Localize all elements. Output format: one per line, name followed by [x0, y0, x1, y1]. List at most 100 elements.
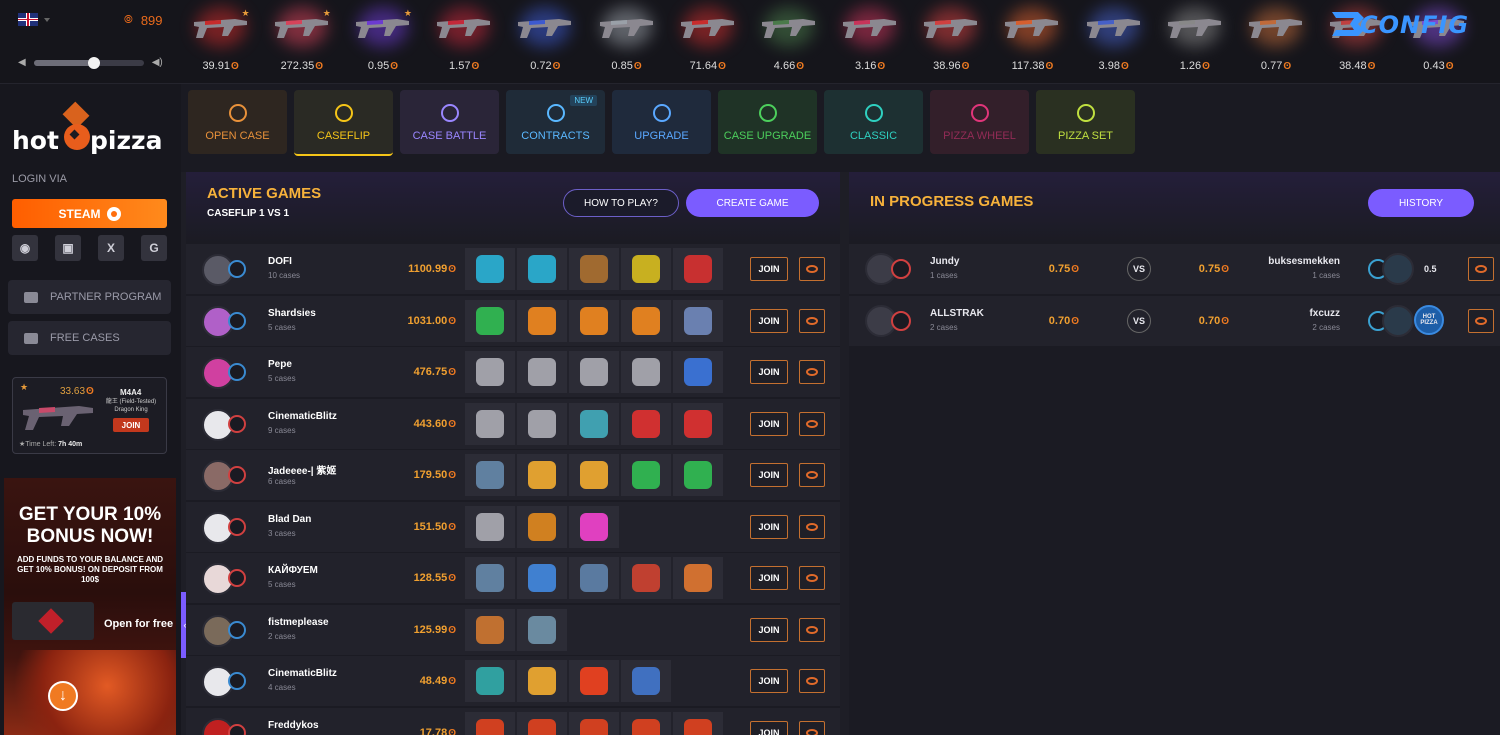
join-button[interactable]: JOIN — [750, 566, 788, 590]
bonus-promo-banner[interactable]: GET YOUR 10% BONUS NOW! ADD FUNDS TO YOU… — [4, 478, 176, 735]
opponent-avatar[interactable] — [1382, 304, 1414, 337]
watch-button[interactable] — [799, 257, 825, 281]
nav-classic[interactable]: CLASSIC — [824, 90, 923, 154]
volume-knob[interactable] — [88, 56, 101, 69]
drop-item[interactable]: ★ 0.95ʘ — [342, 0, 423, 84]
history-button[interactable]: HISTORY — [1368, 189, 1474, 217]
drop-item[interactable]: 38.96ʘ — [911, 0, 992, 84]
case-thumbnail[interactable] — [465, 660, 515, 702]
watch-button[interactable] — [799, 566, 825, 590]
join-button[interactable]: JOIN — [750, 257, 788, 281]
player-name[interactable]: CinematicBlitz — [268, 411, 337, 422]
config-logo[interactable]: CONFIG — [1328, 8, 1488, 44]
join-button[interactable]: JOIN — [750, 669, 788, 693]
drop-item[interactable]: 1.26ʘ — [1154, 0, 1235, 84]
case-thumbnail[interactable] — [465, 505, 515, 548]
join-button[interactable]: JOIN — [750, 617, 788, 642]
player-name[interactable]: Shardsies — [268, 308, 316, 319]
nav-open-case[interactable]: OPEN CASE — [188, 90, 287, 154]
download-arrow-icon[interactable]: ↓ — [48, 681, 78, 711]
drop-item[interactable]: ★ 39.91ʘ — [180, 0, 261, 84]
watch-button[interactable] — [799, 514, 825, 539]
case-thumbnail[interactable] — [673, 454, 723, 496]
drop-item[interactable]: 3.16ʘ — [830, 0, 911, 84]
case-thumbnail[interactable] — [517, 711, 567, 735]
case-thumbnail[interactable] — [465, 248, 515, 290]
case-thumbnail[interactable] — [621, 351, 671, 393]
watch-button[interactable] — [1468, 257, 1494, 281]
watch-button[interactable] — [799, 720, 825, 735]
watch-button[interactable] — [799, 360, 825, 384]
drop-item[interactable]: 0.77ʘ — [1235, 0, 1316, 84]
twitch-icon[interactable]: ▣ — [55, 235, 81, 261]
language-selector[interactable] — [18, 13, 50, 26]
case-thumbnail[interactable] — [673, 351, 723, 393]
join-button[interactable]: JOIN — [750, 720, 788, 735]
giveaway-join-button[interactable]: JOIN — [113, 418, 149, 432]
join-button[interactable]: JOIN — [750, 411, 788, 436]
case-thumbnail[interactable] — [569, 454, 619, 496]
nav-case-battle[interactable]: CASE BATTLE — [400, 90, 499, 154]
case-thumbnail[interactable] — [569, 505, 619, 548]
mute-icon[interactable]: ◀ — [18, 57, 26, 68]
case-thumbnail[interactable] — [621, 299, 671, 342]
player-name[interactable]: Jundy — [930, 256, 959, 267]
case-thumbnail[interactable] — [673, 557, 723, 599]
case-thumbnail[interactable] — [517, 660, 567, 702]
case-thumbnail[interactable] — [621, 557, 671, 599]
case-thumbnail[interactable] — [465, 711, 515, 735]
case-thumbnail[interactable] — [517, 608, 567, 651]
free-cases-link[interactable]: FREE CASES — [8, 321, 171, 355]
case-thumbnail[interactable] — [465, 608, 515, 651]
discord-icon[interactable]: ◉ — [12, 235, 38, 261]
player-name[interactable]: КАЙФУЕМ — [268, 565, 318, 576]
opponent-name[interactable]: buksesmekken — [1268, 256, 1340, 267]
case-thumbnail[interactable] — [517, 505, 567, 548]
case-thumbnail[interactable] — [465, 454, 515, 496]
opponent-name[interactable]: fxcuzz — [1309, 308, 1340, 319]
drop-item[interactable]: 0.72ʘ — [505, 0, 586, 84]
drop-item[interactable]: 3.98ʘ — [1073, 0, 1154, 84]
player-name[interactable]: Blad Dan — [268, 514, 311, 525]
steam-login-button[interactable]: STEAM — [12, 199, 167, 228]
case-thumbnail[interactable] — [673, 299, 723, 342]
watch-button[interactable] — [799, 617, 825, 642]
drop-item[interactable]: 1.57ʘ — [424, 0, 505, 84]
nav-upgrade[interactable]: UPGRADE — [612, 90, 711, 154]
site-logo[interactable]: hot pizza — [12, 101, 172, 156]
partner-program-link[interactable]: PARTNER PROGRAM — [8, 280, 171, 314]
case-thumbnail[interactable] — [673, 711, 723, 735]
watch-button[interactable] — [799, 411, 825, 436]
case-thumbnail[interactable] — [517, 557, 567, 599]
join-button[interactable]: JOIN — [750, 463, 788, 487]
watch-button[interactable] — [799, 669, 825, 693]
case-thumbnail[interactable] — [621, 454, 671, 496]
nav-caseflip[interactable]: CASEFLIP — [294, 90, 393, 156]
player-name[interactable]: ALLSTRAK — [930, 308, 984, 319]
case-thumbnail[interactable] — [569, 711, 619, 735]
case-thumbnail[interactable] — [569, 660, 619, 702]
case-thumbnail[interactable] — [517, 454, 567, 496]
nav-pizza-wheel[interactable]: PIZZA WHEEL — [930, 90, 1029, 154]
nav-contracts[interactable]: CONTRACTS NEW — [506, 90, 605, 154]
case-thumbnail[interactable] — [621, 660, 671, 702]
case-thumbnail[interactable] — [673, 402, 723, 445]
player-name[interactable]: Jadeeee-| 紫姬 — [268, 462, 336, 477]
watch-button[interactable] — [799, 308, 825, 333]
drop-item[interactable]: 4.66ʘ — [748, 0, 829, 84]
case-thumbnail[interactable] — [621, 402, 671, 445]
opponent-avatar[interactable] — [1382, 253, 1414, 285]
watch-button[interactable] — [1468, 308, 1494, 333]
case-thumbnail[interactable] — [517, 299, 567, 342]
drop-item[interactable]: ★ 272.35ʘ — [261, 0, 342, 84]
case-thumbnail[interactable] — [465, 351, 515, 393]
open-for-free-button[interactable]: Open for free — [104, 618, 173, 630]
player-name[interactable]: Freddykos — [268, 720, 319, 731]
drop-item[interactable]: 117.38ʘ — [992, 0, 1073, 84]
drop-item[interactable]: 0.85ʘ — [586, 0, 667, 84]
create-game-button[interactable]: CREATE GAME — [686, 189, 819, 217]
case-thumbnail[interactable] — [465, 557, 515, 599]
case-thumbnail[interactable] — [517, 402, 567, 445]
join-button[interactable]: JOIN — [750, 514, 788, 539]
volume-slider[interactable] — [33, 56, 144, 69]
